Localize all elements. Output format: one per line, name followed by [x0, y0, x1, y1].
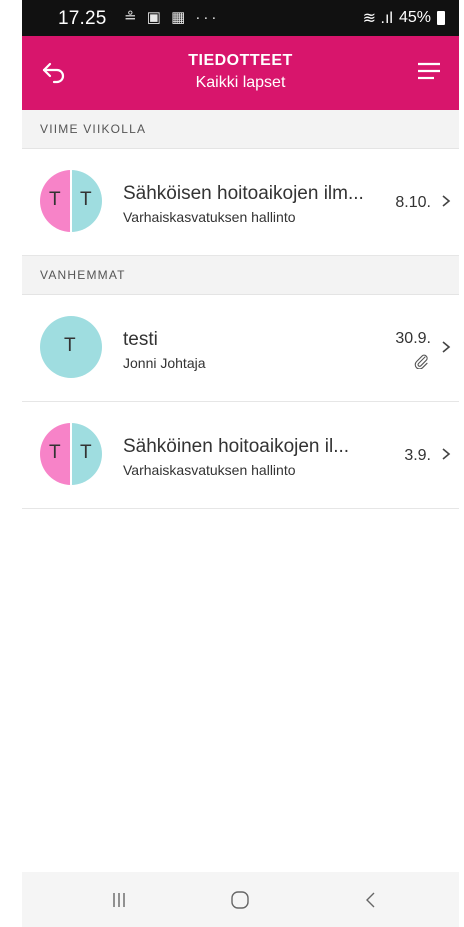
avatar-letter: T: [49, 189, 61, 210]
menu-icon[interactable]: [417, 60, 441, 84]
status-bar: 17.25 ≗ ▣ ▦ ··· ≋ .ıl 45%: [22, 0, 459, 36]
item-title: Sähköisen hoitoaikojen ilm...: [123, 183, 364, 204]
recent-apps-icon[interactable]: [112, 892, 126, 908]
system-nav-bar: [22, 872, 459, 927]
status-time: 17.25: [58, 8, 107, 29]
list-item[interactable]: T T Sähköinen hoitoaikojen il... Varhais…: [22, 402, 459, 509]
item-title: testi: [123, 329, 158, 350]
avatar-letter: T: [64, 335, 76, 356]
avatar-letter: T: [80, 442, 92, 463]
back-icon[interactable]: [364, 891, 376, 909]
list-item[interactable]: T T Sähköisen hoitoaikojen ilm... Varhai…: [22, 149, 459, 256]
avatar: T T: [40, 170, 102, 232]
item-date: 8.10.: [395, 194, 431, 211]
home-icon[interactable]: [230, 890, 250, 910]
section-label: VANHEMMAT: [40, 268, 126, 282]
item-date: 30.9.: [395, 330, 431, 347]
page-title: TIEDOTTEET: [188, 52, 293, 69]
avatar-letter: T: [49, 442, 61, 463]
chevron-right-icon: [442, 448, 451, 460]
attachment-icon: [414, 354, 428, 369]
battery-icon: [437, 11, 445, 25]
item-sender: Varhaiskasvatuksen hallinto: [123, 462, 296, 478]
signal-icon: ≋ .ıl: [362, 10, 393, 27]
chevron-right-icon: [442, 341, 451, 353]
avatar: T: [40, 316, 102, 378]
avatar: T T: [40, 423, 102, 485]
page-subtitle[interactable]: Kaikki lapset: [22, 74, 459, 92]
item-sender: Jonni Johtaja: [123, 355, 206, 371]
item-title: Sähköinen hoitoaikojen il...: [123, 436, 350, 457]
app-screen: 17.25 ≗ ▣ ▦ ··· ≋ .ıl 45% TIEDOTTEET Kai…: [22, 0, 459, 927]
section-header: VANHEMMAT: [22, 256, 459, 295]
item-date: 3.9.: [404, 447, 431, 464]
battery-percent: 45%: [398, 9, 431, 26]
avatar-letter: T: [80, 189, 92, 210]
item-sender: Varhaiskasvatuksen hallinto: [123, 209, 296, 225]
list-item[interactable]: T testi Jonni Johtaja 30.9.: [22, 295, 459, 402]
chevron-right-icon: [442, 195, 451, 207]
section-header: VIIME VIIKOLLA: [22, 110, 459, 149]
status-right: ≋ .ıl 45%: [363, 8, 445, 28]
app-header: TIEDOTTEET Kaikki lapset: [22, 36, 459, 110]
notification-icons: ≗ ▣ ▦ ···: [124, 9, 220, 26]
section-label: VIIME VIIKOLLA: [40, 122, 147, 136]
